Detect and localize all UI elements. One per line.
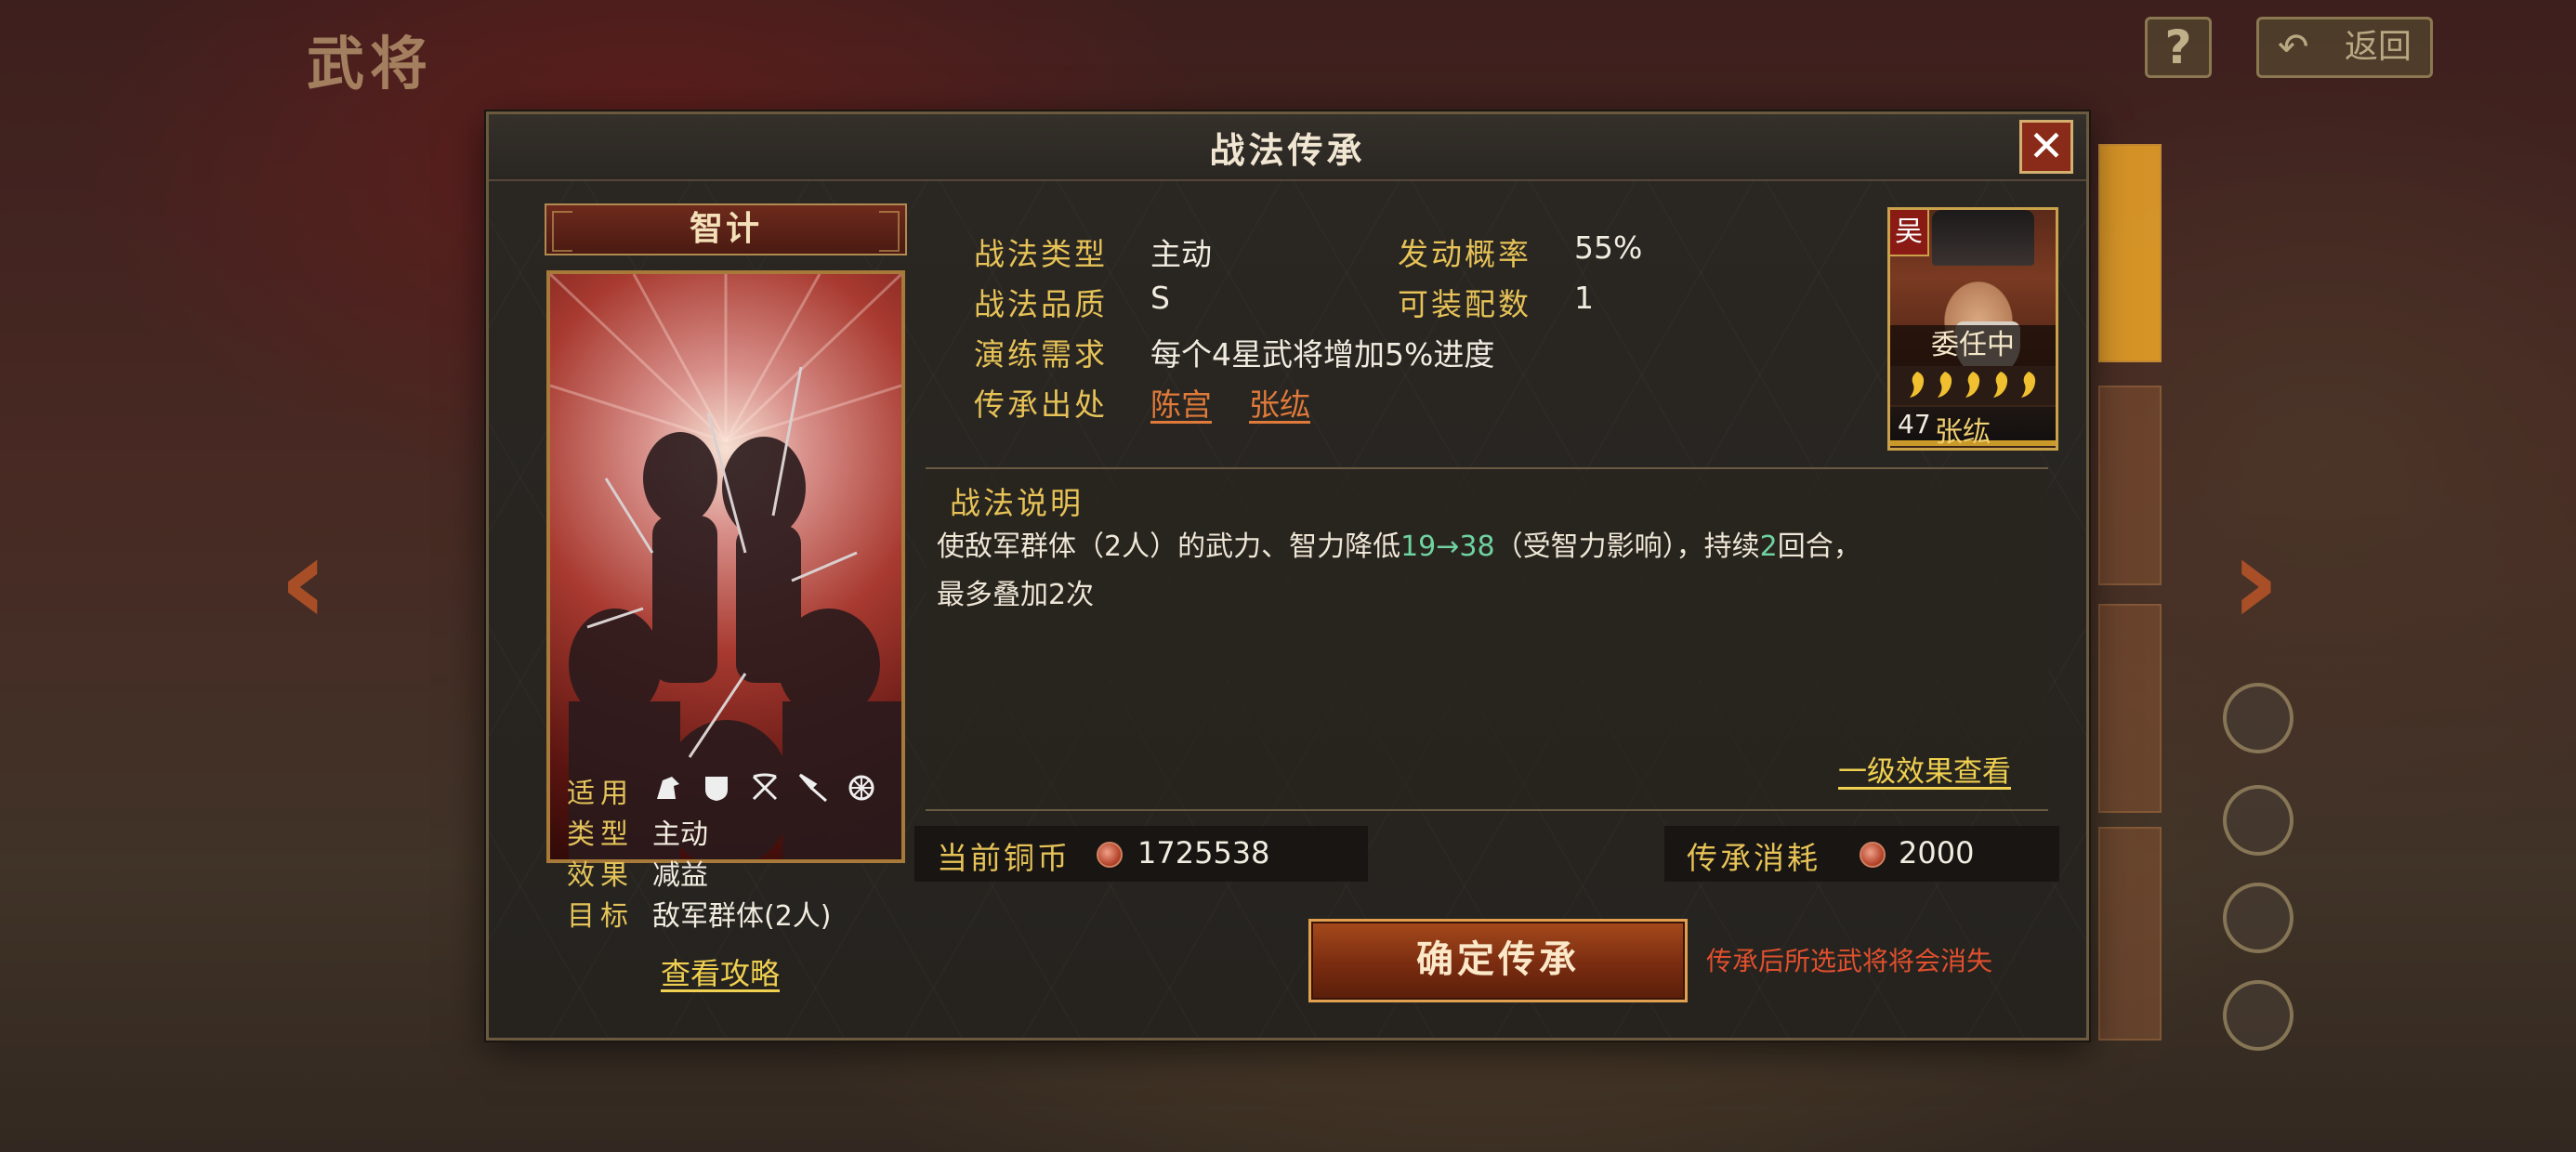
shield-icon [701, 772, 732, 804]
general-card[interactable]: 吴 委任中 47 张纮 [1887, 207, 2058, 451]
trigger-rate-value: 55% [1574, 229, 1643, 266]
general-level-row: 47 张纮 [1890, 407, 2056, 448]
side-tab-add[interactable] [2098, 604, 2162, 813]
view-guide-link[interactable]: 查看攻略 [661, 950, 780, 993]
equip-slots-label: 可装配数 [1398, 286, 1531, 322]
equip-slots-value: 1 [1574, 280, 1594, 316]
star-icon [1938, 372, 1952, 398]
help-button[interactable]: ? [2145, 17, 2212, 78]
side-circle-button[interactable] [2223, 883, 2293, 953]
desc-range-arrow: → [1436, 530, 1460, 563]
drill-requirement-label: 演练需求 [974, 336, 1108, 373]
prev-arrow-icon[interactable]: ‹ [279, 520, 329, 641]
inherit-cost-label: 传承消耗 [1687, 840, 1820, 876]
spear-icon [797, 772, 829, 804]
source-general-link[interactable]: 陈宫 [1150, 380, 1212, 425]
desc-segment: （受智力影响），持续 [1494, 530, 1760, 563]
troop-icon-group [652, 772, 877, 804]
side-tab-equip[interactable] [2098, 386, 2162, 585]
side-circle-button[interactable] [2223, 980, 2293, 1051]
trigger-rate-label: 发动概率 [1398, 236, 1531, 272]
current-coins-label: 当前铜币 [937, 840, 1071, 876]
info-row-target: 目标 敌军群体(2人) [567, 893, 939, 934]
inherit-cost-value: 2000 [1899, 835, 1975, 871]
inherit-cost-box: 传承消耗 2000 [1664, 826, 2059, 882]
star-icon [1910, 372, 1925, 398]
side-circle-button[interactable] [2223, 683, 2293, 753]
copper-coin-icon [1097, 842, 1123, 868]
info-row-type: 类型 主动 [567, 811, 939, 852]
dialog-title: 战法传承 [1209, 130, 1366, 171]
star-icon [1965, 372, 1980, 398]
skill-quality-label: 战法品质 [974, 286, 1108, 322]
skill-name-banner: 智计 [545, 203, 907, 255]
general-stars [1890, 366, 2056, 405]
skill-type-value: 主动 [1150, 236, 1212, 272]
wheel-icon [846, 772, 877, 804]
skill-description-panel: 战法说明 使敌军群体（2人）的武力、智力降低19→38（受智力影响），持续2回合… [926, 467, 2048, 811]
current-coins-box: 当前铜币 1725538 [914, 826, 1368, 882]
general-status-badge: 委任中 [1890, 325, 2056, 366]
back-arrow-icon: ↶ [2278, 26, 2309, 69]
side-tab-list[interactable] [2098, 827, 2162, 1041]
current-coins-value: 1725538 [1137, 835, 1270, 871]
copper-coin-icon [1860, 842, 1886, 868]
star-icon [1993, 372, 2008, 398]
skill-quality-value: S [1150, 280, 1170, 316]
skill-name: 智计 [689, 210, 762, 248]
next-arrow-icon[interactable]: › [2230, 520, 2280, 641]
level-one-effect-link[interactable]: 一级效果查看 [1838, 748, 2011, 790]
info-label: 适用 [567, 778, 634, 810]
page-title: 武将 [307, 30, 434, 98]
desc-turns: 2 [1759, 530, 1778, 563]
description-title: 战法说明 [950, 485, 1084, 521]
skill-type-label: 战法类型 [974, 236, 1108, 272]
description-text: 使敌军群体（2人）的武力、智力降低19→38（受智力影响），持续2回合， 最多叠… [937, 523, 2033, 620]
back-button[interactable]: ↶ 返回 [2256, 17, 2433, 78]
star-icon [2021, 372, 2036, 398]
cavalry-icon [652, 772, 684, 804]
info-label: 目标 [567, 900, 634, 933]
side-circle-button[interactable] [2223, 785, 2293, 856]
general-name: 张纮 [1935, 416, 1991, 449]
side-tab-detail[interactable] [2098, 144, 2162, 362]
drill-requirement-value: 每个4星武将增加5%进度 [1150, 336, 1495, 373]
info-value: 敌军群体(2人) [652, 900, 832, 933]
back-button-label: 返回 [2344, 28, 2412, 66]
desc-segment: 回合， [1777, 530, 1861, 563]
close-button[interactable]: ✕ [2019, 120, 2073, 174]
bow-icon [749, 772, 781, 804]
info-label: 效果 [567, 859, 634, 892]
desc-range-from: 19 [1400, 530, 1437, 563]
info-value: 减益 [652, 859, 708, 892]
inherit-source-label: 传承出处 [974, 386, 1108, 423]
general-level: 47 [1898, 409, 1931, 439]
general-hat [1932, 210, 2034, 266]
source-general-link[interactable]: 张纮 [1249, 380, 1310, 425]
info-label: 类型 [567, 818, 634, 851]
inherit-warning-text: 传承后所选武将将会消失 [1706, 946, 1993, 976]
skill-inherit-dialog: 战法传承 ✕ 智计 适用 类型 主动 效果 减益 目标 敌军群体(2人) 查看攻… [486, 111, 2089, 1041]
info-row-effect: 效果 减益 [567, 852, 939, 893]
faction-badge: 吴 [1890, 210, 1929, 256]
confirm-inherit-button[interactable]: 确定传承 [1308, 919, 1688, 1002]
info-row-troops: 适用 [567, 770, 939, 811]
desc-segment: 使敌军群体（2人）的武力、智力降低 [937, 530, 1401, 563]
dialog-title-bar: 战法传承 ✕ [489, 114, 2086, 181]
desc-segment: 最多叠加2次 [937, 579, 1095, 611]
info-value: 主动 [652, 818, 708, 851]
desc-range-to: 38 [1459, 530, 1495, 563]
